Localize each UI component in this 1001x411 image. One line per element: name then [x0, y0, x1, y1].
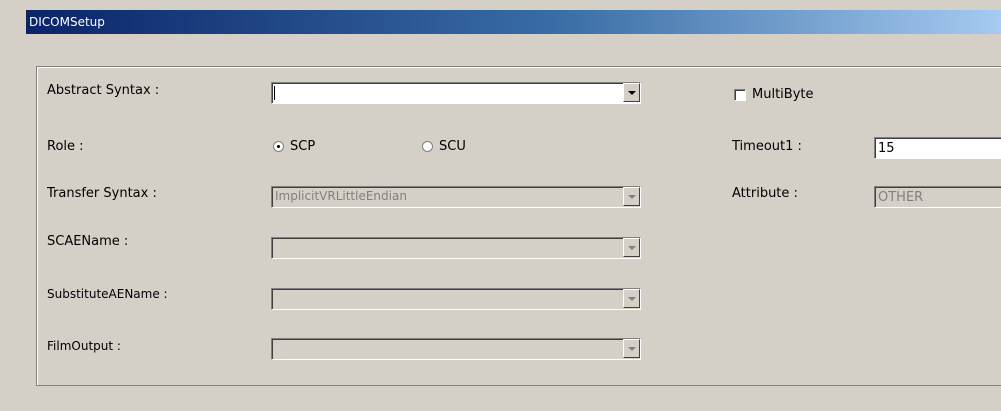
film-output-combo[interactable]	[271, 338, 641, 360]
checkbox-box[interactable]	[734, 88, 746, 101]
dicom-setup-window: Abstract Syntax : MultiByte Role : SCP S…	[26, 34, 1001, 411]
text-caret	[274, 86, 275, 100]
transfer-syntax-combo[interactable]: ImplicitVRLittleEndian	[271, 186, 641, 208]
transfer-syntax-dropdown-button[interactable]	[623, 187, 640, 206]
radio-unselected-icon[interactable]	[422, 141, 433, 152]
sc-aename-label: SCAEName :	[47, 234, 129, 249]
film-output-dropdown-button[interactable]	[623, 339, 640, 358]
role-label: Role :	[47, 139, 84, 154]
abstract-syntax-label: Abstract Syntax :	[47, 83, 160, 98]
multibyte-label: MultiByte	[752, 87, 814, 102]
abstract-syntax-dropdown-button[interactable]	[623, 83, 640, 102]
transfer-syntax-value: ImplicitVRLittleEndian	[275, 189, 407, 203]
chevron-down-icon	[628, 195, 636, 199]
window-titlebar[interactable]: DICOMSetup	[26, 10, 1001, 34]
timeout1-label: Timeout1 :	[732, 139, 802, 154]
chevron-down-icon	[628, 91, 636, 95]
chevron-down-icon	[628, 297, 636, 301]
chevron-down-icon	[628, 347, 636, 351]
attribute-label: Attribute :	[732, 186, 798, 201]
role-scp-label: SCP	[290, 139, 316, 154]
attribute-input[interactable]: OTHER	[874, 186, 1001, 208]
sc-aename-combo[interactable]	[271, 237, 641, 259]
multibyte-checkbox[interactable]: MultiByte	[734, 87, 813, 102]
role-radio-scu[interactable]: SCU	[422, 139, 466, 154]
timeout1-input[interactable]: 15	[874, 137, 1001, 159]
substitute-aename-label: SubstituteAEName :	[47, 287, 168, 301]
window-title: DICOMSetup	[29, 15, 105, 29]
film-output-label: FilmOutput :	[47, 339, 121, 353]
transfer-syntax-label: Transfer Syntax :	[47, 186, 157, 201]
radio-selected-icon[interactable]	[273, 141, 284, 152]
chevron-down-icon	[628, 246, 636, 250]
role-radio-scp[interactable]: SCP	[273, 139, 315, 154]
substitute-aename-combo[interactable]	[271, 288, 641, 310]
abstract-syntax-combo[interactable]	[271, 82, 641, 104]
substitute-aename-dropdown-button[interactable]	[623, 289, 640, 308]
role-scu-label: SCU	[439, 139, 466, 154]
settings-groupbox: Abstract Syntax : MultiByte Role : SCP S…	[36, 66, 1001, 386]
sc-aename-dropdown-button[interactable]	[623, 238, 640, 257]
